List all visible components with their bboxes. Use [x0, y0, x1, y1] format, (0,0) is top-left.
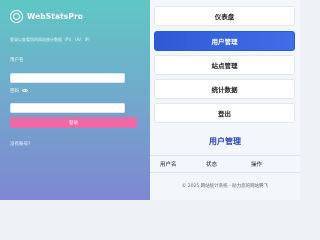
- section-title: 用户管理: [209, 137, 241, 146]
- register-link[interactable]: 没有账号?: [10, 141, 140, 147]
- nav-item-site-management[interactable]: 站点管理: [154, 55, 295, 75]
- login-panel: WebStatsPro 登录以查看您的网站统计数据（PV、UV、IP） 用户名 …: [0, 0, 150, 200]
- eye-icon[interactable]: [22, 88, 28, 93]
- brand-name: WebStatsPro: [27, 12, 84, 21]
- footer: © 2025 网站统计系统 - 助力您的网站腾飞: [181, 184, 269, 189]
- username-input[interactable]: [10, 72, 125, 83]
- password-label-text: 密码: [10, 88, 19, 94]
- users-table-header: 用户名 状态 操作: [150, 155, 300, 173]
- column-header-actions: 操作: [251, 162, 263, 168]
- main-panel: 仪表盘 用户管理 站点管理 统计数据 登出 用户管理 用户名 状态 操作 © 2…: [150, 0, 300, 200]
- target-logo-icon: [10, 10, 23, 23]
- login-button[interactable]: 登录: [10, 117, 137, 128]
- username-label: 用户名: [10, 57, 140, 63]
- nav-item-user-management[interactable]: 用户管理: [154, 31, 295, 51]
- password-input[interactable]: [10, 103, 125, 113]
- column-header-status: 状态: [206, 162, 218, 168]
- nav-item-statistics[interactable]: 统计数据: [154, 79, 295, 99]
- nav-item-logout[interactable]: 登出: [154, 103, 295, 123]
- brand: WebStatsPro: [10, 10, 140, 23]
- column-header-username: 用户名: [160, 162, 177, 168]
- password-label: 密码: [10, 88, 140, 94]
- login-subtitle: 登录以查看您的网站统计数据（PV、UV、IP）: [10, 37, 93, 42]
- nav-item-dashboard[interactable]: 仪表盘: [154, 6, 295, 26]
- username-label-text: 用户名: [10, 58, 24, 63]
